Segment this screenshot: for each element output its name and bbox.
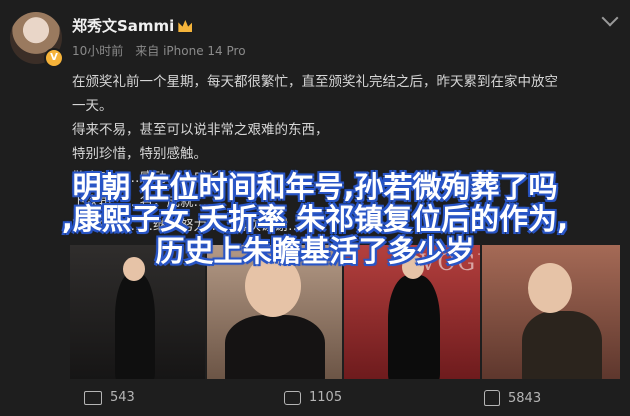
chevron-down-icon[interactable] xyxy=(601,9,619,27)
post-source: 来自 iPhone 14 Pro xyxy=(135,44,246,58)
post-paragraph: 一天。 xyxy=(72,98,113,114)
post-paragraph: 在颁奖礼前一个星期，每天都很繁忙，直至颁奖礼完结之后，昨天累到在家中放空 xyxy=(72,74,558,90)
post-paragraph: 得来不易，甚至可以说非常之艰难的东西， xyxy=(72,122,329,138)
username[interactable]: 郑秀文Sammi xyxy=(72,15,193,36)
comment-count: 1105 xyxy=(309,390,343,405)
crown-icon xyxy=(178,20,193,32)
photo-figure xyxy=(522,311,602,379)
post-time: 10小时前 xyxy=(72,44,124,58)
verified-badge-icon: V xyxy=(44,48,64,68)
photo-figure xyxy=(388,275,440,379)
share-button[interactable]: 543 xyxy=(84,390,135,405)
overlay-caption-line-3: 历史上朱瞻基活了多少岁 xyxy=(155,234,475,268)
username-label[interactable]: 郑秀文Sammi xyxy=(72,17,174,35)
photo-figure xyxy=(225,315,325,379)
share-count: 543 xyxy=(110,390,135,405)
post-meta: 10小时前 来自 iPhone 14 Pro xyxy=(72,42,246,59)
photo-head xyxy=(528,263,572,313)
photo-figure xyxy=(115,273,155,379)
post-header: V 郑秀文Sammi 10小时前 来自 iPhone 14 Pro xyxy=(0,0,630,70)
comment-button[interactable]: 1105 xyxy=(284,390,342,405)
like-count: 5843 xyxy=(508,390,542,406)
like-icon xyxy=(484,390,500,406)
comment-icon xyxy=(284,390,301,405)
share-icon xyxy=(84,390,102,405)
like-button[interactable]: 5843 xyxy=(484,390,541,406)
post-paragraph: 特别珍惜，特别感触。 xyxy=(72,146,207,162)
post-actions-bar: 543 1105 5843 xyxy=(0,386,630,416)
